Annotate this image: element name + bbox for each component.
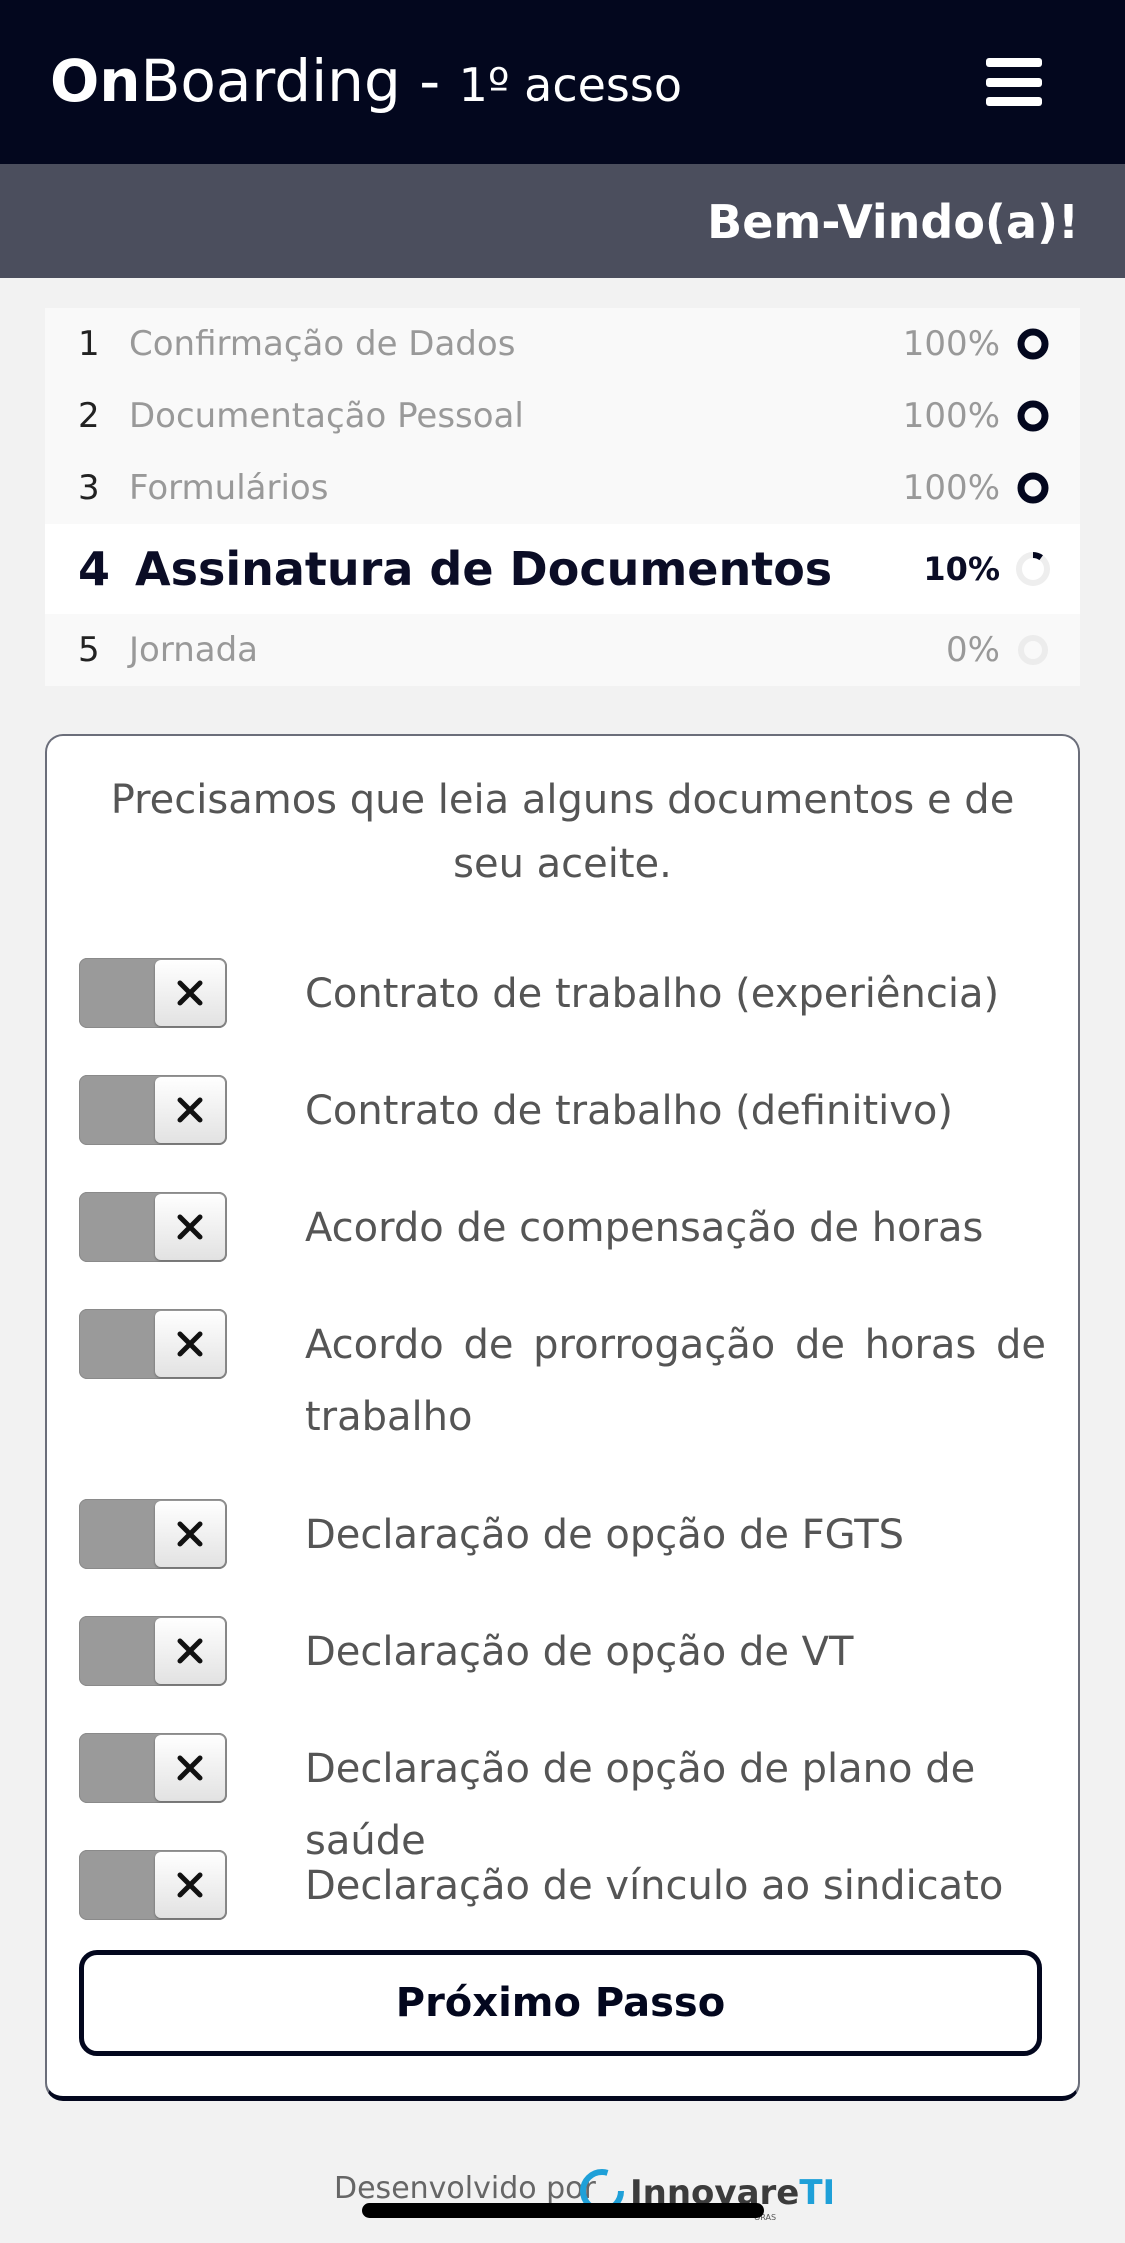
hamburger-menu-icon[interactable] [986,58,1042,106]
intro-text: Precisamos que leia alguns documentos e … [110,777,1015,887]
home-indicator [362,2203,764,2218]
step-number: 4 [78,542,111,596]
document-label: Declaração de vínculo ao sindicato [305,1863,1004,1909]
app-title-bold: On [50,47,141,115]
toggle-knob [155,1501,225,1567]
step-item: 3 Formulários 100% [45,452,1080,524]
accept-toggle[interactable] [79,1075,227,1145]
progress-ring-icon [1017,400,1049,432]
step-number: 3 [78,468,100,508]
step-label: Assinatura de Documentos [135,542,833,596]
progress-ring-icon [1016,552,1050,586]
step-percent: 100% [902,396,1000,436]
progress-ring-icon [1017,328,1049,360]
app-title: OnBoarding - 1º acesso [50,46,682,116]
steps-progress-list: 1 Confirmação de Dados 100% 2 Documentaç… [45,308,1080,686]
step-item-active: 4 Assinatura de Documentos 10% [45,524,1080,614]
accept-toggle[interactable] [79,1616,227,1686]
step-percent: 100% [902,324,1000,364]
close-x-icon [177,1097,203,1123]
document-label: Acordo de compensação de horas [305,1205,984,1251]
toggle-knob [155,1618,225,1684]
top-bar: OnBoarding - 1º acesso [0,0,1125,164]
step-number: 5 [78,630,100,670]
step-percent: 0% [946,630,1000,670]
document-label: Contrato de trabalho (definitivo) [305,1088,953,1134]
close-x-icon [177,1214,203,1240]
accept-toggle[interactable] [79,1309,227,1379]
toggle-knob [155,1735,225,1801]
document-label: Declaração de opção de FGTS [305,1512,905,1558]
step-percent: 100% [902,468,1000,508]
close-x-icon [177,980,203,1006]
document-label: Declaração de opção de VT [305,1629,854,1675]
toggle-knob [155,1194,225,1260]
close-x-icon [177,1331,203,1357]
close-x-icon [177,1872,203,1898]
welcome-bar: Bem-Vindo(a)! [0,164,1125,278]
welcome-text: Bem-Vindo(a)! [707,195,1079,249]
progress-ring-icon [1018,635,1048,665]
documents-card: Precisamos que leia alguns documentos e … [45,734,1080,2101]
close-x-icon [177,1521,203,1547]
step-percent: 10% [923,550,1000,588]
step-label: Formulários [129,468,329,508]
step-item: 5 Jornada 0% [45,614,1080,686]
close-x-icon [177,1755,203,1781]
toggle-knob [155,1852,225,1918]
app-title-sub: 1º acesso [458,58,682,112]
step-number: 2 [78,396,100,436]
accept-toggle[interactable] [79,1850,227,1920]
document-label: Acordo de prorrogação de horas de trabal… [305,1322,1046,1440]
close-x-icon [177,1638,203,1664]
step-item: 2 Documentação Pessoal 100% [45,380,1080,452]
accept-toggle[interactable] [79,1499,227,1569]
step-label: Documentação Pessoal [129,396,524,436]
step-label: Jornada [129,630,259,670]
toggle-knob [155,1311,225,1377]
progress-ring-icon [1017,472,1049,504]
accept-toggle[interactable] [79,958,227,1028]
step-number: 1 [78,324,100,364]
next-step-button[interactable]: Próximo Passo [79,1950,1042,2056]
step-item: 1 Confirmação de Dados 100% [45,308,1080,380]
step-label: Confirmação de Dados [129,324,516,364]
developed-by-text: Desenvolvido por [334,2171,596,2206]
app-title-rest: Boarding - [140,47,459,115]
toggle-knob [155,960,225,1026]
document-label: Contrato de trabalho (experiência) [305,971,1000,1017]
toggle-knob [155,1077,225,1143]
accept-toggle[interactable] [79,1192,227,1262]
accept-toggle[interactable] [79,1733,227,1803]
